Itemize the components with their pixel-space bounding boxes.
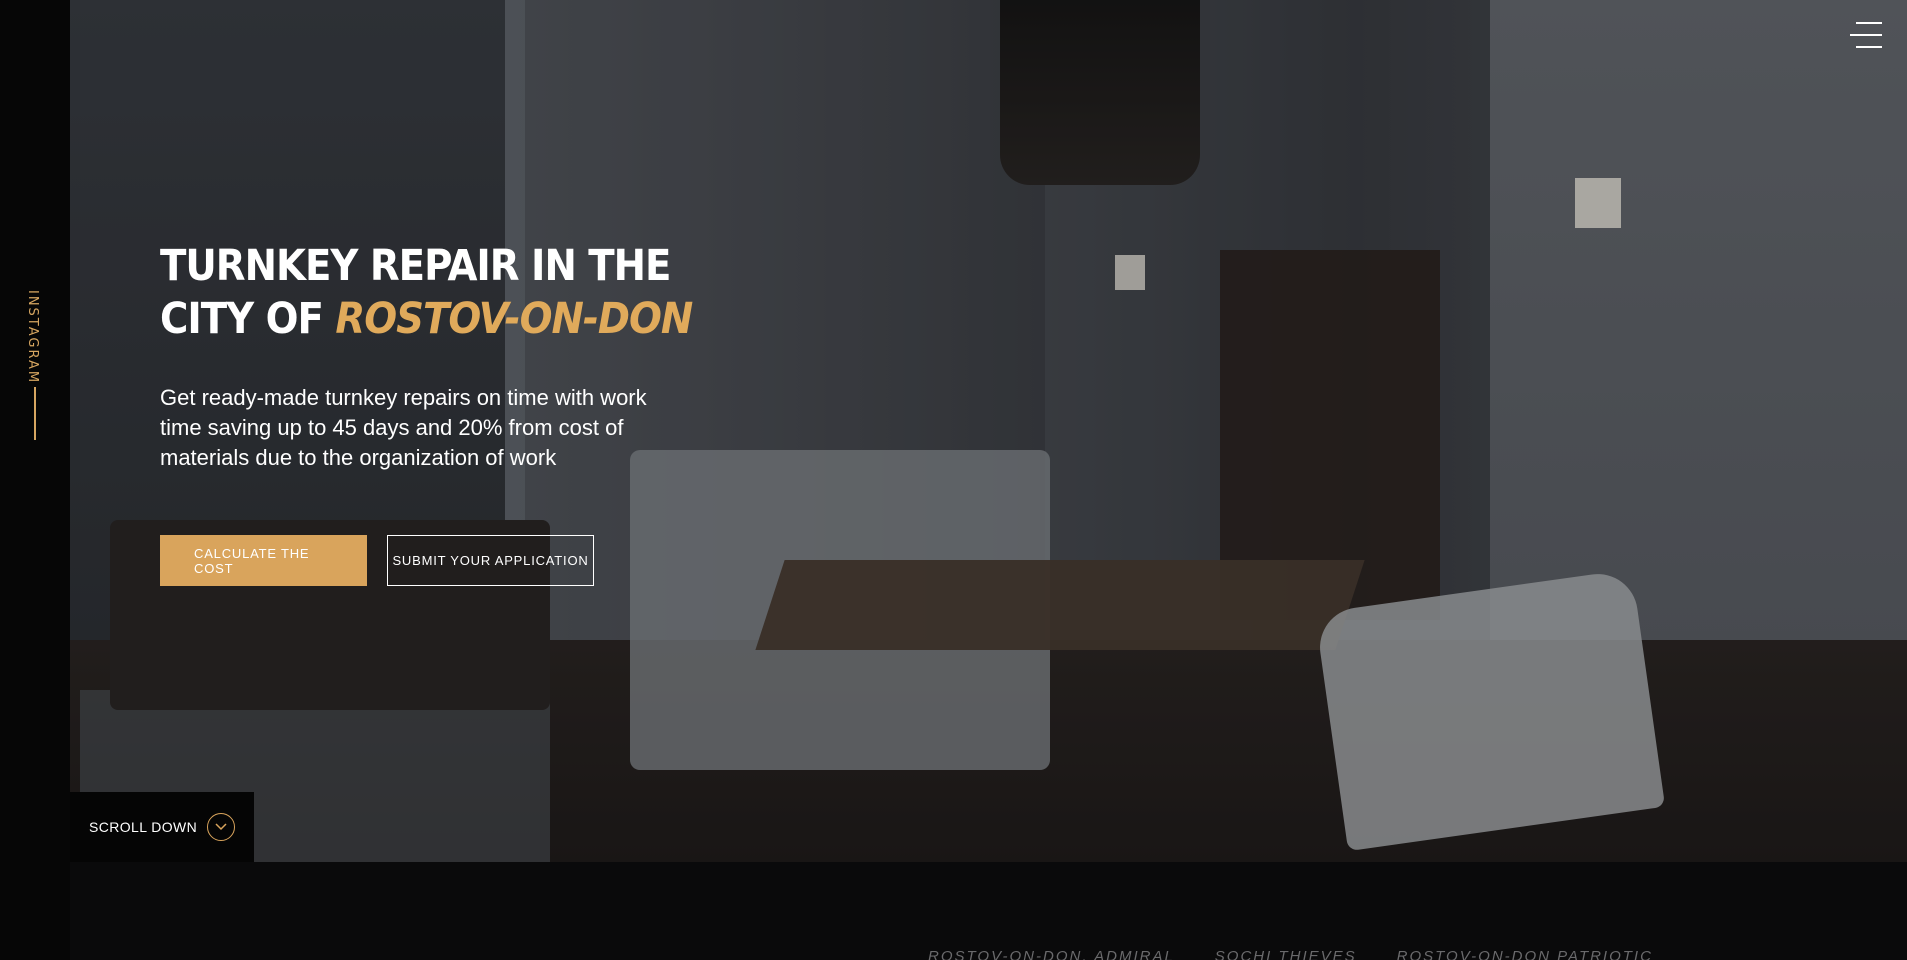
- project-tabs: ROSTOV-ON-DON, ADMIRAL SOCHI THIEVES ROS…: [928, 948, 1653, 960]
- hero-title: TURNKEY REPAIR IN THE CITY OF ROSTOV-ON-…: [160, 240, 700, 346]
- hero-description: Get ready-made turnkey repairs on time w…: [160, 385, 647, 470]
- hero-content: TURNKEY REPAIR IN THE CITY OF ROSTOV-ON-…: [160, 240, 700, 586]
- menu-line: [1856, 22, 1882, 24]
- hero-actions: CALCULATE THE COST SUBMIT YOUR APPLICATI…: [160, 535, 700, 586]
- hero-title-accent: ROSTOV-ON-DON: [335, 294, 693, 344]
- instagram-label[interactable]: INSTAGRAM: [25, 290, 40, 384]
- menu-line: [1850, 34, 1882, 36]
- calculate-cost-button[interactable]: CALCULATE THE COST: [160, 535, 367, 586]
- scroll-down-label: SCROLL DOWN: [89, 819, 198, 835]
- instagram-link[interactable]: INSTAGRAM: [25, 290, 45, 450]
- submit-application-button[interactable]: SUBMIT YOUR APPLICATION: [387, 535, 594, 586]
- hamburger-menu-icon[interactable]: [1850, 22, 1882, 48]
- project-tab[interactable]: ROSTOV-ON-DON, ADMIRAL: [928, 948, 1175, 960]
- scroll-down-button[interactable]: SCROLL DOWN: [70, 792, 254, 862]
- menu-line: [1856, 46, 1882, 48]
- project-tab[interactable]: ROSTOV-ON-DON PATRIOTIC: [1397, 948, 1653, 960]
- hero-title-line1: TURNKEY REPAIR IN THE: [160, 241, 671, 291]
- hero-section: TURNKEY REPAIR IN THE CITY OF ROSTOV-ON-…: [70, 0, 1907, 862]
- hero-title-line2: CITY OF: [160, 294, 324, 344]
- instagram-line: [34, 387, 36, 440]
- side-rail: INSTAGRAM: [0, 0, 70, 960]
- project-tab[interactable]: SOCHI THIEVES: [1215, 948, 1357, 960]
- projects-section: ROSTOV-ON-DON, ADMIRAL SOCHI THIEVES ROS…: [0, 862, 1907, 960]
- chevron-down-icon: [207, 813, 236, 841]
